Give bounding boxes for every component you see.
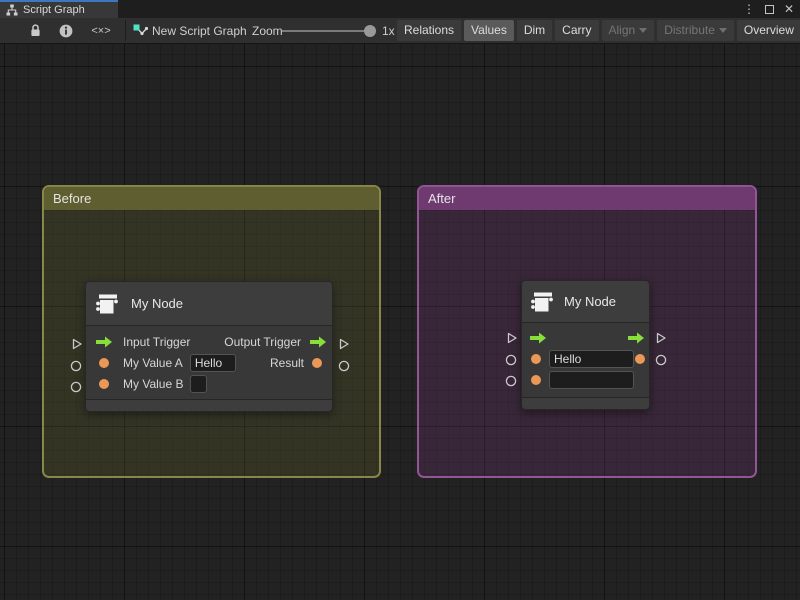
unit-node-icon xyxy=(530,289,556,315)
code-preview-icon: <×> xyxy=(91,25,110,37)
code-preview-button[interactable]: <×> xyxy=(88,18,114,43)
port-label-output-trigger: Output Trigger xyxy=(224,335,301,349)
unit-node-icon xyxy=(95,291,121,317)
maximize-icon[interactable] xyxy=(765,5,774,14)
port-label-my-value-b: My Value B xyxy=(123,377,183,391)
graph-hierarchy-icon xyxy=(6,4,18,16)
group-after-title: After xyxy=(428,191,455,206)
port-label-result: Result xyxy=(270,356,304,370)
value-output-port-dot[interactable] xyxy=(635,354,645,364)
tab-label: Script Graph xyxy=(23,4,85,16)
node-row-value-a: My Value A Result xyxy=(86,352,332,373)
menu-icon[interactable]: ⋮ xyxy=(743,2,755,16)
group-after-header[interactable]: After xyxy=(419,187,755,210)
value-port-outline-icon[interactable] xyxy=(70,381,82,393)
value-input-port-dot[interactable] xyxy=(531,354,541,364)
node-header[interactable]: My Node xyxy=(522,281,649,322)
info-icon xyxy=(59,24,73,38)
info-button[interactable] xyxy=(58,18,74,43)
dim-button[interactable]: Dim xyxy=(517,20,552,41)
node-row-value-b: My Value B xyxy=(86,373,332,394)
graph-canvas[interactable]: Before After My Node xyxy=(0,44,800,600)
align-button[interactable]: Align xyxy=(602,20,655,41)
zoom-value: 1x xyxy=(382,18,395,43)
group-before-header[interactable]: Before xyxy=(44,187,379,210)
zoom-slider-handle[interactable] xyxy=(364,25,376,37)
value-port-outline-icon[interactable] xyxy=(70,360,82,372)
script-graph-window: Script Graph ⋮ ✕ <×> xyxy=(0,0,800,600)
chevron-down-icon xyxy=(719,28,727,33)
value-port-outline-icon[interactable] xyxy=(505,375,517,387)
exec-port-outline-icon[interactable] xyxy=(506,332,518,344)
carry-button[interactable]: Carry xyxy=(555,20,598,41)
exec-port-outline-icon[interactable] xyxy=(71,338,83,350)
node-footer xyxy=(86,400,332,411)
lock-button[interactable] xyxy=(27,18,43,43)
new-graph-icon xyxy=(132,18,148,43)
value-port-outline-icon[interactable] xyxy=(338,360,350,372)
value-b-input[interactable] xyxy=(549,371,634,389)
node-before[interactable]: My Node Input Trigger Output Trigger xyxy=(85,281,333,412)
node-body xyxy=(522,322,649,398)
port-label-my-value-a: My Value A xyxy=(123,356,183,370)
close-icon[interactable]: ✕ xyxy=(784,2,794,16)
zoom-label: Zoom xyxy=(252,18,283,43)
window-controls: ⋮ ✕ xyxy=(743,1,794,17)
value-b-input[interactable] xyxy=(190,375,207,393)
node-row-value-a xyxy=(522,348,649,369)
tab-bar: Script Graph ⋮ ✕ xyxy=(0,0,800,18)
exec-input-port-icon[interactable] xyxy=(95,336,113,348)
value-input-port-dot[interactable] xyxy=(99,358,109,368)
port-label-input-trigger: Input Trigger xyxy=(123,335,190,349)
lock-icon xyxy=(29,23,42,38)
node-row-trigger: Input Trigger Output Trigger xyxy=(86,331,332,352)
value-output-port-dot[interactable] xyxy=(312,358,322,368)
distribute-button[interactable]: Distribute xyxy=(657,20,734,41)
value-port-outline-icon[interactable] xyxy=(505,354,517,366)
node-header[interactable]: My Node xyxy=(86,282,332,325)
chevron-down-icon xyxy=(639,28,647,33)
node-row-trigger xyxy=(522,327,649,348)
overview-button[interactable]: Overview xyxy=(737,20,800,41)
group-before-title: Before xyxy=(53,191,91,206)
tab-script-graph[interactable]: Script Graph xyxy=(0,0,118,18)
exec-input-port-icon[interactable] xyxy=(529,332,547,344)
values-button[interactable]: Values xyxy=(464,20,514,41)
value-input-port-dot[interactable] xyxy=(99,379,109,389)
value-a-input[interactable] xyxy=(549,350,634,368)
node-after[interactable]: My Node xyxy=(521,280,650,410)
new-graph-label[interactable]: New Script Graph xyxy=(152,18,247,43)
exec-port-outline-icon[interactable] xyxy=(655,332,667,344)
graph-toolbar: <×> New Script Graph Zoom 1x Relations V… xyxy=(0,18,800,44)
node-row-value-b xyxy=(522,369,649,390)
exec-port-outline-icon[interactable] xyxy=(338,338,350,350)
zoom-slider[interactable] xyxy=(282,30,368,32)
value-port-outline-icon[interactable] xyxy=(655,354,667,366)
relations-button[interactable]: Relations xyxy=(397,20,461,41)
node-footer xyxy=(522,398,649,409)
toolbar-separator xyxy=(125,20,126,41)
exec-output-port-icon[interactable] xyxy=(309,336,327,348)
value-input-port-dot[interactable] xyxy=(531,375,541,385)
exec-output-port-icon[interactable] xyxy=(627,332,645,344)
node-title: My Node xyxy=(564,294,616,309)
node-title: My Node xyxy=(131,296,183,311)
node-body: Input Trigger Output Trigger My Value A xyxy=(86,325,332,400)
toolbar-toggle-group: Relations Values Dim Carry Align Distrib… xyxy=(397,18,800,43)
value-a-input[interactable] xyxy=(190,354,236,372)
